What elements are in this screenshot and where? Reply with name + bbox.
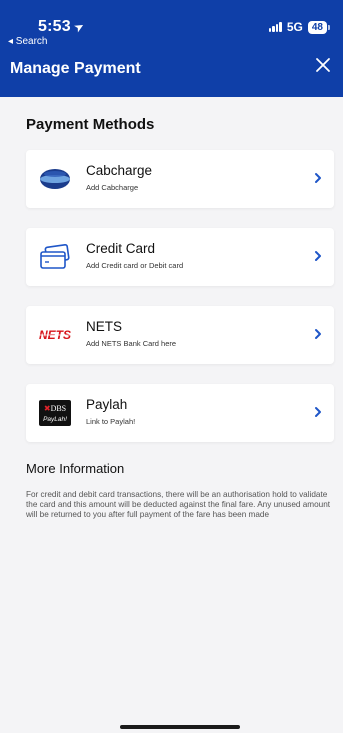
network-type: 5G (286, 20, 303, 34)
payment-method-title: NETS (86, 319, 123, 334)
payment-method-subtitle: Link to Paylah! (86, 417, 136, 426)
payment-method-subtitle: Add Cabcharge (86, 183, 139, 192)
payment-method-cabcharge[interactable]: Cabcharge Add Cabcharge (26, 150, 334, 208)
svg-text:PayLah!: PayLah! (43, 416, 67, 423)
close-icon[interactable] (313, 55, 333, 75)
back-to-search-link[interactable]: ◂ Search (8, 36, 47, 47)
app-header: 5:53➤ ◂ Search 5G 48 Manage Payment (0, 0, 343, 97)
payment-method-title: Credit Card (86, 241, 156, 256)
chevron-right-icon (315, 329, 321, 339)
credit-card-icon (38, 242, 72, 272)
payment-method-paylah[interactable]: ✖DBS PayLah! Paylah Link to Paylah! (26, 384, 334, 442)
chevron-right-icon (315, 173, 321, 183)
more-information-heading: More Information (26, 461, 125, 476)
payment-method-nets[interactable]: NETS NETS Add NETS Bank Card here (26, 306, 334, 364)
payment-method-title: Paylah (86, 397, 128, 412)
page-title: Manage Payment (10, 60, 141, 77)
chevron-right-icon (315, 251, 321, 261)
home-indicator[interactable] (120, 725, 240, 729)
payment-method-subtitle: Add NETS Bank Card here (86, 339, 177, 348)
payment-method-credit-card[interactable]: Credit Card Add Credit card or Debit car… (26, 228, 334, 286)
dbs-paylah-logo: ✖DBS PayLah! (38, 398, 72, 428)
status-time: 5:53➤ (38, 18, 87, 36)
payment-methods-heading: Payment Methods (26, 116, 155, 133)
cabcharge-logo (38, 164, 72, 194)
location-arrow-icon: ➤ (71, 18, 87, 36)
svg-text:✖DBS: ✖DBS (44, 404, 66, 413)
status-indicators: 5G 48 (268, 20, 331, 34)
battery-icon: 48 (307, 20, 331, 34)
signal-icon (268, 22, 282, 32)
chevron-right-icon (315, 407, 321, 417)
payment-method-title: Cabcharge (86, 163, 153, 178)
more-information-text: For credit and debit card transactions, … (26, 490, 331, 519)
nets-logo: NETS (38, 320, 72, 350)
payment-method-subtitle: Add Credit card or Debit card (86, 261, 184, 270)
